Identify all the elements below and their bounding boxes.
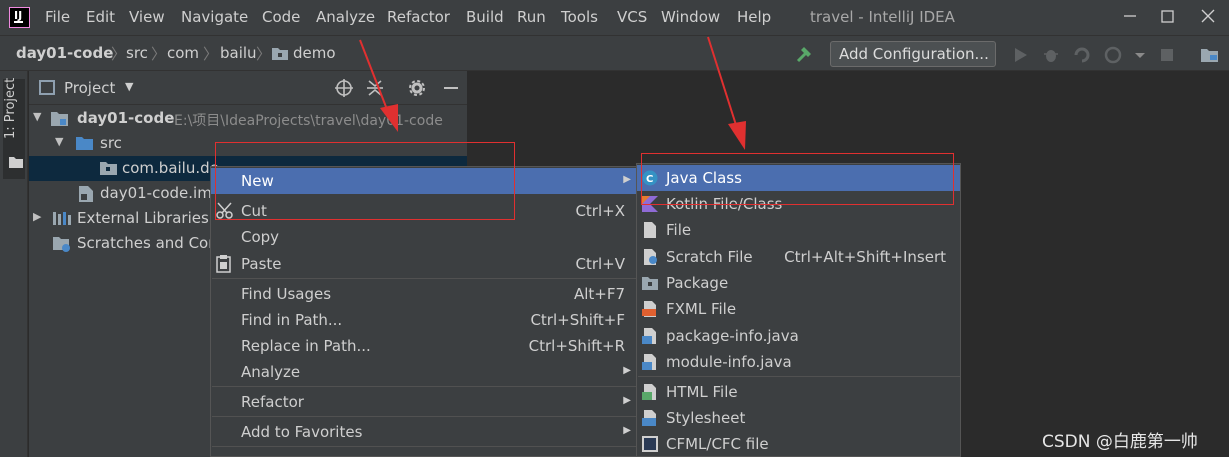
annotation-arrows [359, 36, 746, 150]
watermark: CSDN @白鹿第一帅 [1042, 432, 1198, 452]
